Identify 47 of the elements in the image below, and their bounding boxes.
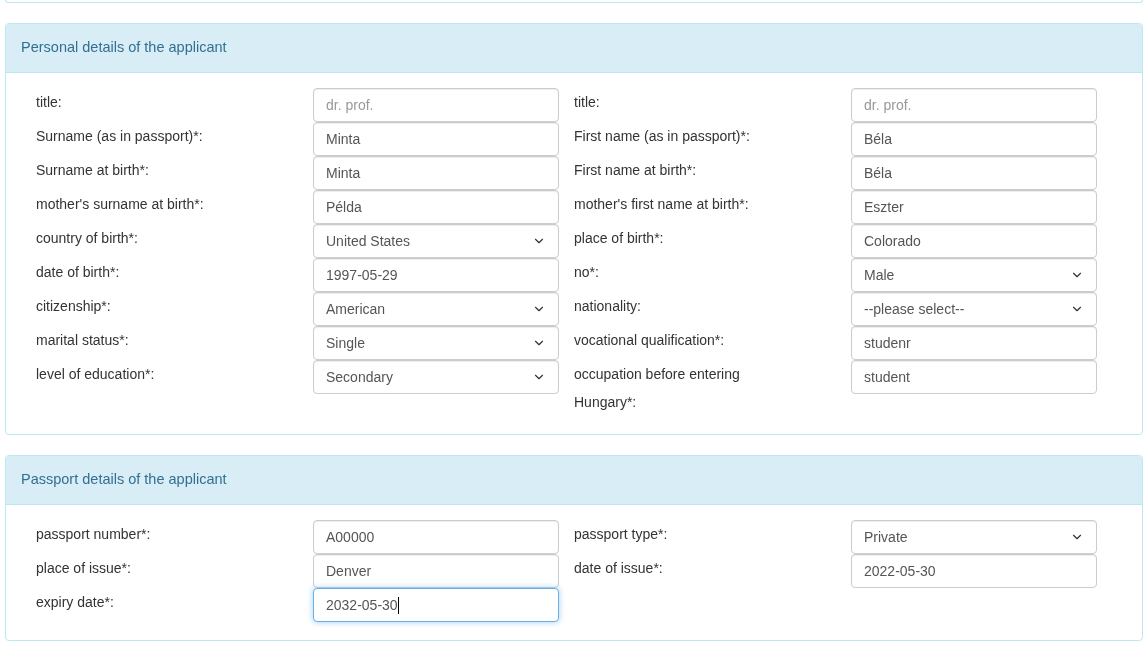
field-label: title: — [36, 93, 63, 112]
field-label: nationality: — [574, 297, 642, 316]
dropdown-select[interactable]: --please select-- — [851, 292, 1097, 326]
text-input[interactable]: Colorado — [851, 224, 1097, 258]
field-label: citizenship*: — [36, 297, 112, 316]
field-label: Surname (as in passport)*: — [36, 127, 204, 146]
text-input[interactable]: Példa — [313, 190, 559, 224]
field-label: passport type*: — [574, 525, 669, 544]
panel-title: Personal details of the applicant — [21, 38, 227, 58]
field-label: date of issue*: — [574, 559, 664, 578]
field-label: First name at birth*: — [574, 161, 698, 180]
text-input[interactable]: student — [851, 360, 1097, 394]
dropdown-select[interactable]: United States — [313, 224, 559, 258]
dropdown-select[interactable]: Single — [313, 326, 559, 360]
field-label: expiry date*: — [36, 593, 115, 612]
text-cursor — [397, 596, 399, 614]
panel-title: Passport details of the applicant — [21, 470, 227, 490]
field-label: place of birth*: — [574, 229, 665, 248]
dropdown-select[interactable]: Male — [851, 258, 1097, 292]
field-label: mother's first name at birth*: — [574, 195, 750, 214]
text-input[interactable]: 2022-05-30 — [851, 554, 1097, 588]
dropdown-select[interactable]: Secondary — [313, 360, 559, 394]
field-label: no*: — [574, 263, 600, 282]
field-label: vocational qualification*: — [574, 331, 726, 350]
field-label: country of birth*: — [36, 229, 139, 248]
text-input[interactable]: studenr — [851, 326, 1097, 360]
field-label: occupation before entering Hungary*: — [574, 365, 741, 412]
field-label: title: — [574, 93, 601, 112]
field-label: mother's surname at birth*: — [36, 195, 205, 214]
text-input[interactable]: Béla — [851, 122, 1097, 156]
text-input[interactable]: 1997-05-29 — [313, 258, 559, 292]
field-label: place of issue*: — [36, 559, 132, 578]
text-input[interactable]: Eszter — [851, 190, 1097, 224]
field-label: Surname at birth*: — [36, 161, 150, 180]
text-input[interactable]: A00000 — [313, 520, 559, 554]
text-input[interactable]: Minta — [313, 122, 559, 156]
field-label: First name (as in passport)*: — [574, 127, 751, 146]
text-input[interactable]: 2032-05-30 — [313, 588, 559, 622]
field-label: level of education*: — [36, 365, 156, 384]
field-label: passport number*: — [36, 525, 152, 544]
field-label: date of birth*: — [36, 263, 121, 282]
text-input[interactable]: Minta — [313, 156, 559, 190]
text-input[interactable]: Denver — [313, 554, 559, 588]
text-input[interactable]: Béla — [851, 156, 1097, 190]
dropdown-select[interactable]: American — [313, 292, 559, 326]
field-label: marital status*: — [36, 331, 130, 350]
dropdown-select[interactable]: Private — [851, 520, 1097, 554]
